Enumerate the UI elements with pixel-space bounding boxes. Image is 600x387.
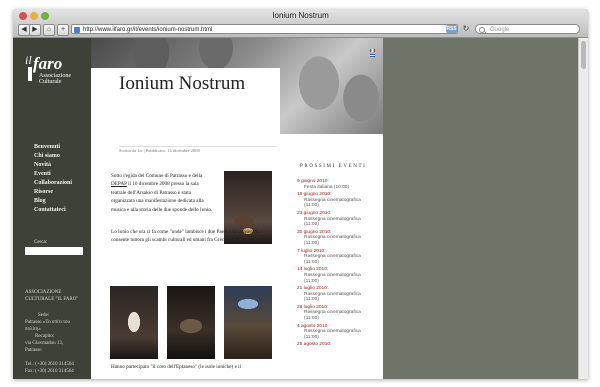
recapito-line-1: via Glavmadou 13, (25, 341, 64, 346)
event-item[interactable]: 16 giugno 2010: Rassegna cinematografica(… (297, 192, 383, 209)
event-time: (11:00) (304, 316, 319, 322)
main-navigation: Benvenuti Chi siamo Novità Eventi Collab… (34, 143, 72, 215)
event-item[interactable]: 25 agosto 2010: (297, 342, 383, 348)
event-item[interactable]: 23 giugno 2010: Rassegna cinematografica(… (297, 211, 383, 228)
vertical-scrollbar[interactable] (578, 38, 588, 379)
upcoming-events-list: 9 giugno 2010: Festa italiana (10:00) 16 g… (297, 179, 383, 350)
event-photo-choir[interactable] (167, 286, 215, 359)
event-item[interactable]: 28 luglio 2010: Rassegna cinematografica(… (297, 305, 383, 322)
home-icon[interactable]: ⌂ (43, 24, 55, 36)
assoc-name-1: ASSOCIAZIONE (25, 290, 62, 295)
site-search-input[interactable] (25, 247, 83, 255)
language-switcher (370, 49, 375, 59)
event-photo-speaker[interactable] (110, 286, 158, 359)
scrollbar-thumb[interactable] (581, 41, 586, 69)
assoc-name-2: CULTURALE "IL FARO" (25, 297, 79, 302)
title-bar: Ionium Nostrum ◀ ▶ ⌂ + http://www.ilfaro… (13, 9, 588, 38)
greek-flag-icon[interactable] (370, 54, 375, 57)
rss-icon[interactable]: RSS (446, 25, 457, 33)
add-bookmark-icon[interactable]: + (57, 24, 69, 36)
browser-window: Ionium Nostrum ◀ ▶ ⌂ + http://www.ilfaro… (13, 9, 588, 379)
favicon-icon (74, 27, 80, 33)
sede-label: Sede: (38, 313, 50, 318)
event-time: (11:00) (304, 240, 319, 246)
logo-subtitle-2: Culturale (39, 79, 62, 85)
event-time: (11:00) (304, 278, 319, 284)
web-page: il faro Associazione Culturale Benvenuti… (13, 38, 588, 379)
upcoming-events-heading: PROSSIMI EVENTI (300, 164, 367, 169)
event-item[interactable]: 4 agosto 2010: Rassegna cinematografica (1… (297, 324, 383, 341)
event-title: Festa italiana (10:00) (304, 184, 350, 190)
browser-search-placeholder: Google (490, 27, 510, 33)
event-time: (11:00) (304, 222, 319, 228)
fax: Fax: (+30) 2610 314564 (25, 369, 74, 374)
page-background (383, 38, 578, 379)
event-photo-stage[interactable] (224, 286, 272, 359)
p1-text-before: Sotto l'egida del Comune di Patrasso e d… (111, 173, 203, 179)
nav-item-novita[interactable]: Novità (34, 161, 72, 170)
italian-flag-icon[interactable] (370, 49, 375, 52)
nav-item-benvenuti[interactable]: Benvenuti (34, 143, 72, 152)
logo-il: il (25, 53, 32, 67)
article-paragraph-3: Hanno partecipato "il coro dell'Eptaneso… (111, 364, 242, 370)
recapito-label: Recapito: (35, 334, 55, 339)
p1-text-after: il 10 dicembre 2008 presso la sala teatr… (111, 181, 213, 213)
address-text: http://www.ilfaro.gr/it/events/ionium-no… (83, 27, 213, 33)
recapito-line-2: Patrasso (25, 348, 42, 353)
event-item[interactable]: 21 luglio 2010: Rassegna cinematografica(… (297, 286, 383, 303)
article-paragraph-2: Lo Ionio che ora ci fa come "onde" lambi… (111, 229, 264, 244)
article-paragraph-1: Sotto l'egida del Comune di Patrasso e d… (111, 172, 213, 214)
lighthouse-icon (28, 67, 32, 81)
screen: Ionium Nostrum ◀ ▶ ⌂ + http://www.ilfaro… (0, 0, 600, 387)
event-item[interactable]: 9 giugno 2010: Festa italiana (10:00) (297, 179, 383, 190)
event-item[interactable]: 14 luglio 2010: Rassegna cinematografica(… (297, 267, 383, 284)
logo-faro: faro (33, 54, 63, 73)
address-bar[interactable]: http://www.ilfaro.gr/it/events/ionium-no… (71, 24, 458, 34)
browser-search-field[interactable]: Google (475, 24, 580, 34)
main-content: Ionium Nostrum Scritto da Lu | Pubblicat… (91, 38, 383, 379)
nav-item-contattateci[interactable]: Contattateci (34, 206, 72, 215)
event-time: (11:00) (304, 203, 319, 209)
depap-link[interactable]: DEPAP (111, 181, 127, 187)
event-time: (11:00) (304, 297, 319, 303)
forward-icon[interactable]: ▶ (29, 24, 41, 36)
nav-item-eventi[interactable]: Eventi (34, 170, 72, 179)
window-title: Ionium Nostrum (272, 11, 329, 20)
event-item[interactable]: 30 giugno 2010: Rassegna cinematografica(… (297, 230, 383, 247)
reload-icon[interactable]: ↻ (461, 24, 471, 34)
sede-line-1: Patrasso «Το σπίτι του (25, 320, 71, 325)
article-byline: Scritto da Lu | Pubblicato: 14 dicembre … (119, 148, 200, 153)
nav-item-risorse[interactable]: Risorse (34, 188, 72, 197)
event-item[interactable]: 7 luglio 2010: Rassegna cinematografica (1… (297, 249, 383, 266)
search-label: Cerca: (34, 240, 48, 245)
page-title: Ionium Nostrum (119, 73, 246, 94)
byline-divider (119, 146, 277, 147)
telephone: Tel.: (+30) 2610 314564 (25, 362, 74, 367)
nav-item-collaborazioni[interactable]: Collaborazioni (34, 179, 72, 188)
nav-item-chi-siamo[interactable]: Chi siamo (34, 152, 72, 161)
sede-line-2: πολίτη» (25, 327, 41, 332)
nav-item-blog[interactable]: Blog (34, 197, 72, 206)
event-time: (11:00) (304, 259, 319, 265)
event-date: 25 agosto 2010: (297, 342, 332, 348)
magnifier-icon (479, 27, 485, 33)
event-time: (11:00) (304, 334, 319, 340)
sidebar: il faro Associazione Culturale Benvenuti… (13, 38, 91, 379)
